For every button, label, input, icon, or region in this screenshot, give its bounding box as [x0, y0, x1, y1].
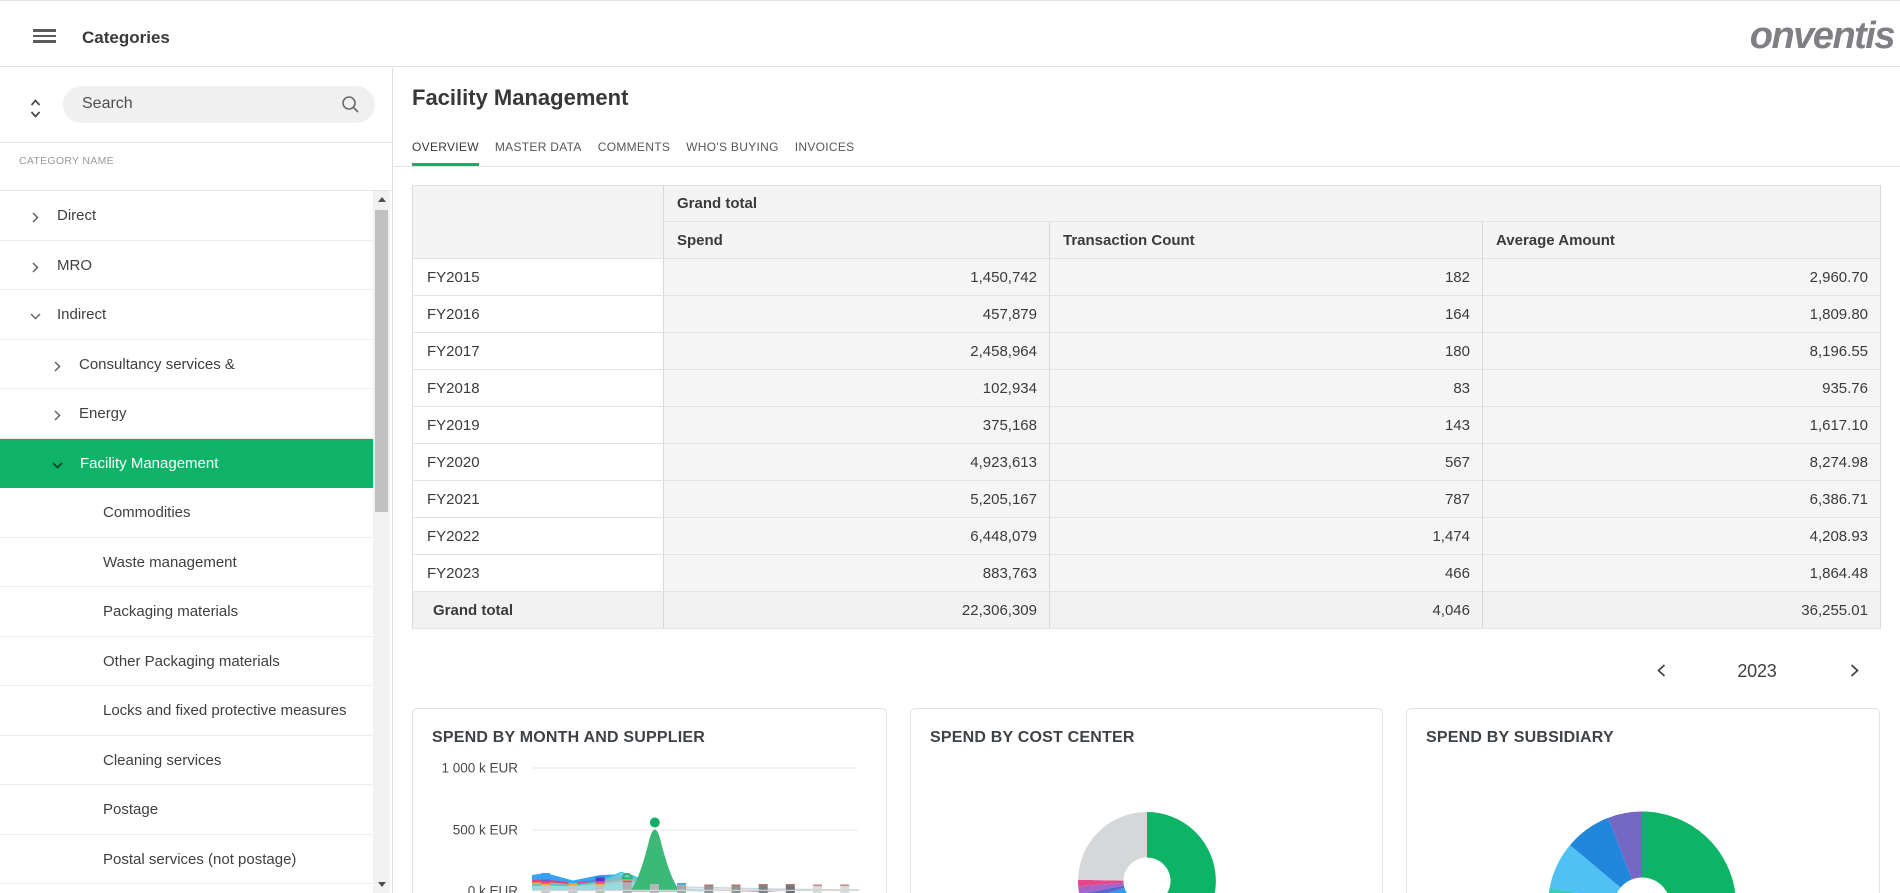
svg-text:500 k EUR: 500 k EUR: [453, 823, 519, 838]
svg-text:1 000 k EUR: 1 000 k EUR: [441, 761, 518, 776]
svg-text:0 k EUR: 0 k EUR: [468, 884, 519, 893]
